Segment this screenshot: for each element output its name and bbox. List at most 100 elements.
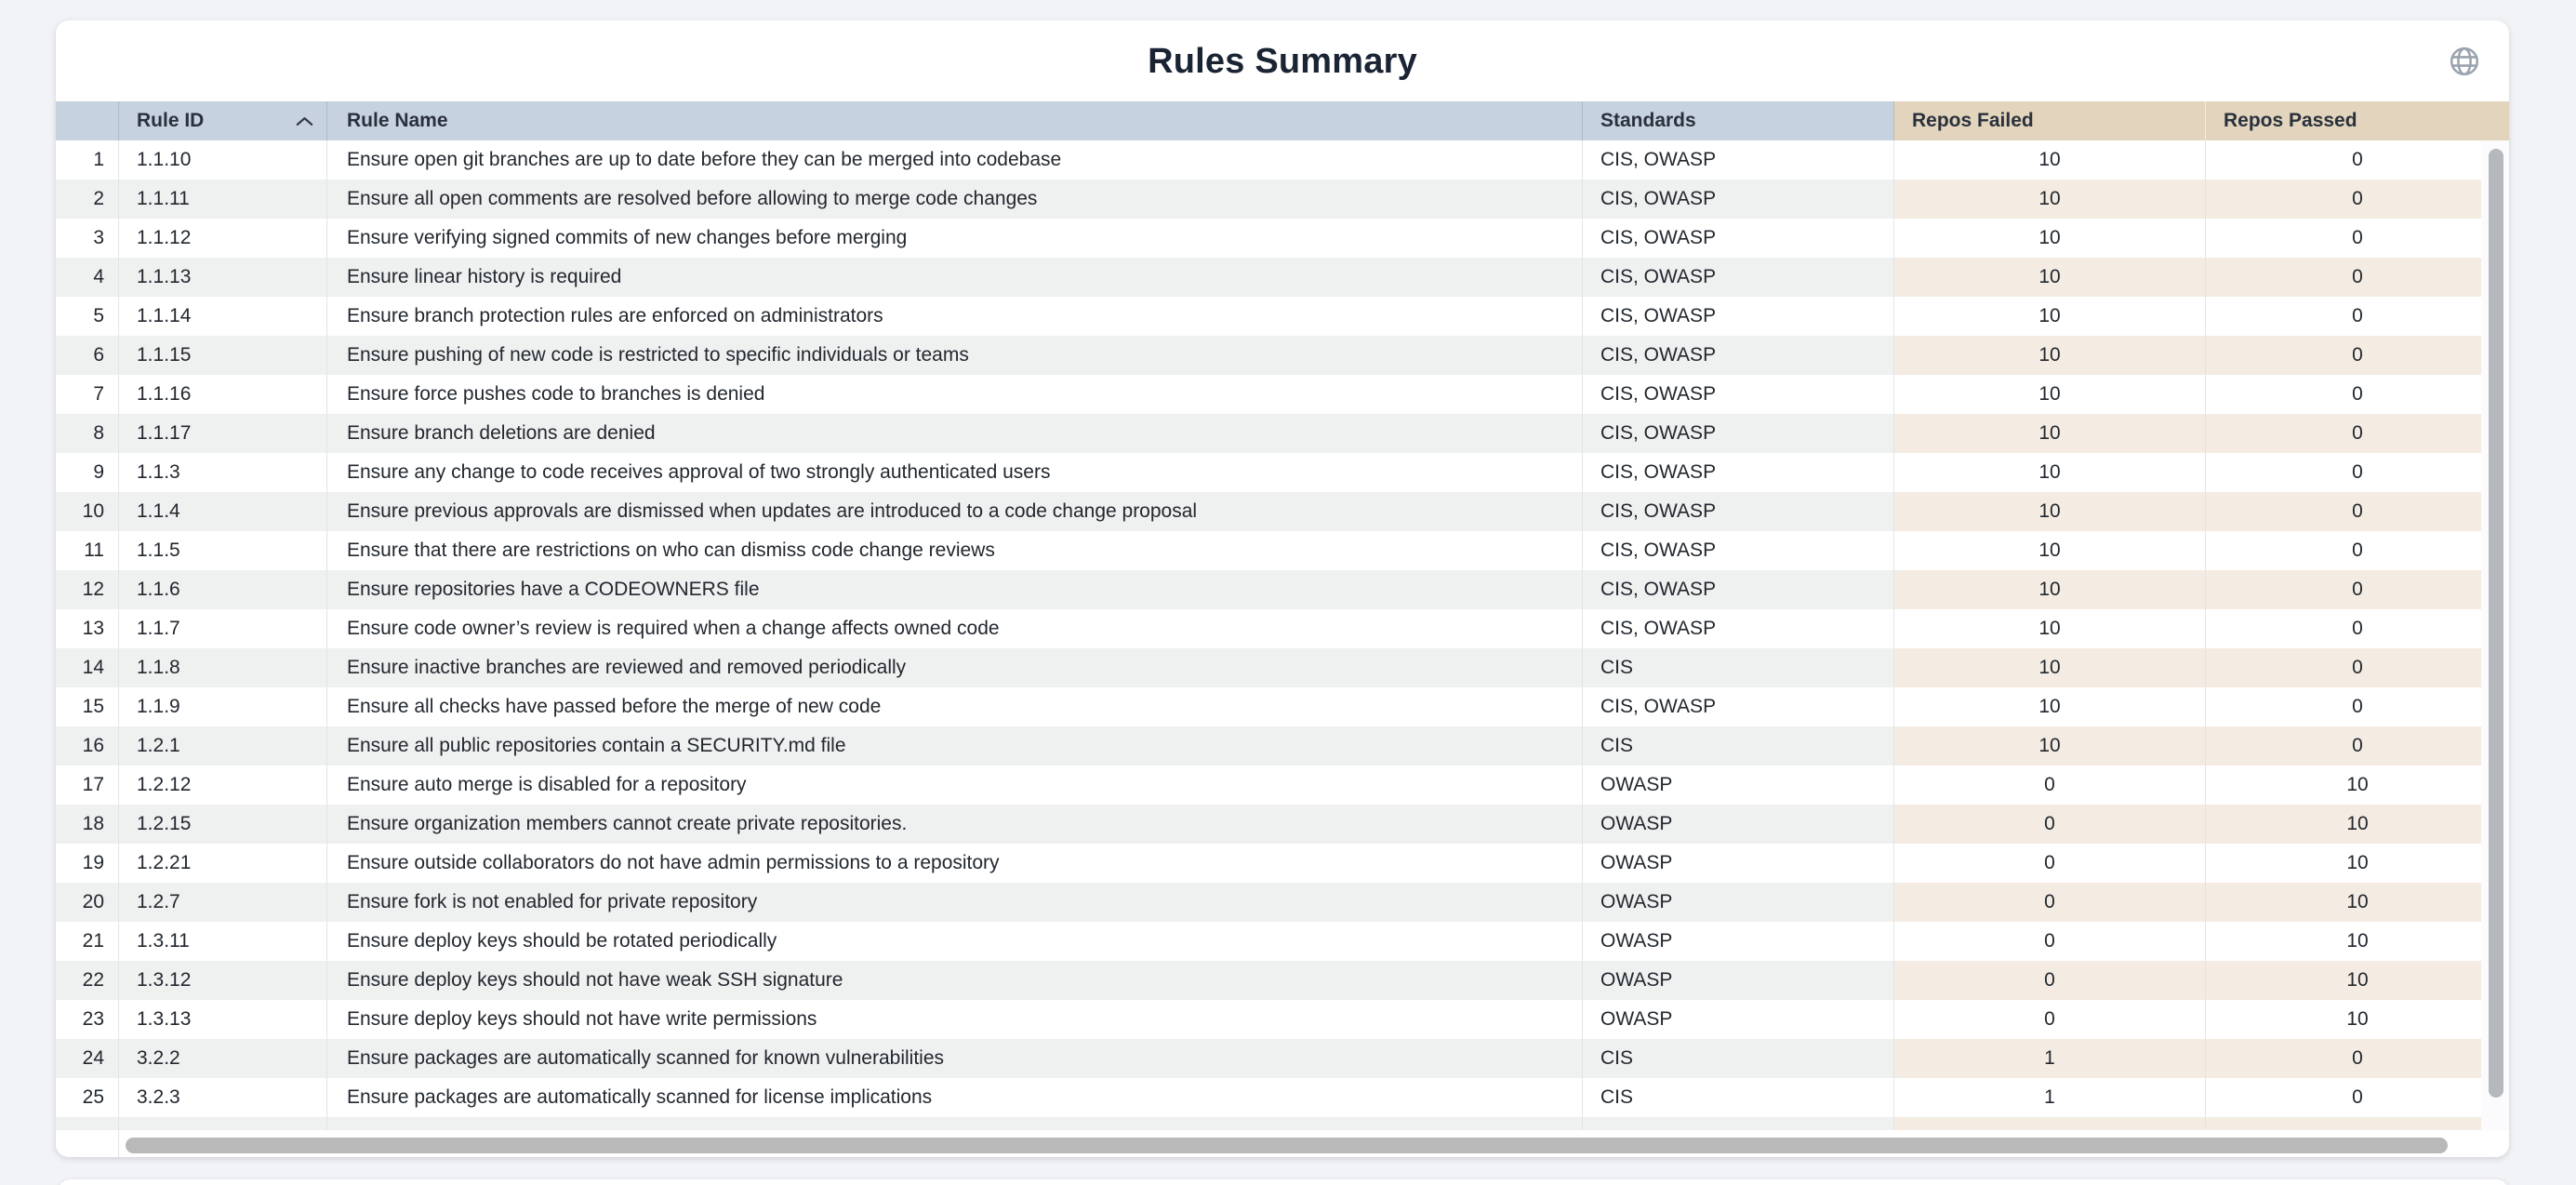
- header-rule-id[interactable]: Rule ID: [118, 101, 326, 140]
- row-number-cell: 11: [56, 531, 118, 570]
- header-standards[interactable]: Standards: [1582, 101, 1893, 140]
- row-number-cell: 25: [56, 1078, 118, 1117]
- rule-id-cell: 1.3.13: [118, 1000, 326, 1039]
- repos-failed-cell: 10: [1893, 726, 2205, 766]
- repos-failed-cell: 10: [1893, 219, 2205, 258]
- table-row[interactable]: 3 1.1.12 Ensure verifying signed commits…: [56, 219, 2509, 258]
- row-number-cell: 16: [56, 726, 118, 766]
- rule-name-cell: Ensure any change to code receives appro…: [326, 453, 1582, 492]
- row-number-cell: 15: [56, 687, 118, 726]
- rule-id-cell: 3.2.3: [118, 1078, 326, 1117]
- table-row[interactable]: 11 1.1.5 Ensure that there are restricti…: [56, 531, 2509, 570]
- standards-cell: CIS, OWASP: [1582, 570, 1893, 609]
- rule-id-cell: 1.1.3: [118, 453, 326, 492]
- repos-failed-cell: 0: [1893, 883, 2205, 922]
- table-row[interactable]: 9 1.1.3 Ensure any change to code receiv…: [56, 453, 2509, 492]
- table-row[interactable]: 4 1.1.13 Ensure linear history is requir…: [56, 258, 2509, 297]
- header-repos-failed-label: Repos Failed: [1912, 110, 2034, 132]
- standards-cell: CIS, OWASP: [1582, 687, 1893, 726]
- rule-name-cell: Ensure fork is not enabled for private r…: [326, 883, 1582, 922]
- rule-name-cell: Ensure force pushes code to branches is …: [326, 375, 1582, 414]
- header-repos-passed[interactable]: Repos Passed: [2205, 101, 2509, 140]
- table-row[interactable]: 17 1.2.12 Ensure auto merge is disabled …: [56, 766, 2509, 805]
- repos-passed-cell: 0: [2205, 219, 2509, 258]
- table-row[interactable]: 20 1.2.7 Ensure fork is not enabled for …: [56, 883, 2509, 922]
- vertical-scrollbar-thumb[interactable]: [2489, 149, 2503, 1098]
- repos-failed-cell: 0: [1893, 805, 2205, 844]
- rule-name-cell: Ensure auto merge is disabled for a repo…: [326, 766, 1582, 805]
- table-row[interactable]: 15 1.1.9 Ensure all checks have passed b…: [56, 687, 2509, 726]
- rule-id-cell: 1.2.7: [118, 883, 326, 922]
- table-row[interactable]: 8 1.1.17 Ensure branch deletions are den…: [56, 414, 2509, 453]
- rule-id-cell: [118, 1117, 326, 1130]
- horizontal-scrollbar[interactable]: [56, 1130, 2509, 1157]
- page-title: Rules Summary: [56, 41, 2509, 82]
- rule-id-cell: 1.1.7: [118, 609, 326, 648]
- table-row-partial[interactable]: [56, 1117, 2509, 1130]
- repos-failed-cell: 0: [1893, 844, 2205, 883]
- table-row[interactable]: 14 1.1.8 Ensure inactive branches are re…: [56, 648, 2509, 687]
- table-row[interactable]: 23 1.3.13 Ensure deploy keys should not …: [56, 1000, 2509, 1039]
- table-row[interactable]: 5 1.1.14 Ensure branch protection rules …: [56, 297, 2509, 336]
- horizontal-scrollbar-thumb[interactable]: [126, 1138, 2448, 1153]
- table-header: Rule ID Rule Name Standards Repos Failed…: [56, 101, 2509, 140]
- row-number-cell: 17: [56, 766, 118, 805]
- rule-name-cell: Ensure previous approvals are dismissed …: [326, 492, 1582, 531]
- table-row[interactable]: 2 1.1.11 Ensure all open comments are re…: [56, 180, 2509, 219]
- repos-failed-cell: 10: [1893, 140, 2205, 180]
- header-rule-name[interactable]: Rule Name: [326, 101, 1582, 140]
- row-number-cell: 22: [56, 961, 118, 1000]
- table-row[interactable]: 24 3.2.2 Ensure packages are automatical…: [56, 1039, 2509, 1078]
- table-row[interactable]: 7 1.1.16 Ensure force pushes code to bra…: [56, 375, 2509, 414]
- repos-passed-cell: 0: [2205, 531, 2509, 570]
- standards-cell: OWASP: [1582, 805, 1893, 844]
- repos-passed-cell: 10: [2205, 1000, 2509, 1039]
- repos-passed-cell: 10: [2205, 766, 2509, 805]
- row-number-cell: 4: [56, 258, 118, 297]
- repos-passed-cell: 10: [2205, 883, 2509, 922]
- repos-failed-cell: 10: [1893, 648, 2205, 687]
- repos-passed-cell: 0: [2205, 687, 2509, 726]
- table-row[interactable]: 1 1.1.10 Ensure open git branches are up…: [56, 140, 2509, 180]
- table-row[interactable]: 25 3.2.3 Ensure packages are automatical…: [56, 1078, 2509, 1117]
- table-row[interactable]: 16 1.2.1 Ensure all public repositories …: [56, 726, 2509, 766]
- repos-passed-cell: 0: [2205, 336, 2509, 375]
- rule-name-cell: Ensure deploy keys should be rotated per…: [326, 922, 1582, 961]
- repos-passed-cell: 10: [2205, 805, 2509, 844]
- rule-name-cell: Ensure deploy keys should not have write…: [326, 1000, 1582, 1039]
- rule-name-cell: Ensure deploy keys should not have weak …: [326, 961, 1582, 1000]
- table-row[interactable]: 13 1.1.7 Ensure code owner’s review is r…: [56, 609, 2509, 648]
- row-number-cell: 5: [56, 297, 118, 336]
- rule-name-cell: Ensure repositories have a CODEOWNERS fi…: [326, 570, 1582, 609]
- repos-failed-cell: [1893, 1117, 2205, 1130]
- header-rule-name-label: Rule Name: [347, 110, 448, 132]
- table-row[interactable]: 19 1.2.21 Ensure outside collaborators d…: [56, 844, 2509, 883]
- table-row[interactable]: 21 1.3.11 Ensure deploy keys should be r…: [56, 922, 2509, 961]
- repos-passed-cell: 0: [2205, 258, 2509, 297]
- table-row[interactable]: 22 1.3.12 Ensure deploy keys should not …: [56, 961, 2509, 1000]
- table-row[interactable]: 12 1.1.6 Ensure repositories have a CODE…: [56, 570, 2509, 609]
- table-row[interactable]: 18 1.2.15 Ensure organization members ca…: [56, 805, 2509, 844]
- table-row[interactable]: 10 1.1.4 Ensure previous approvals are d…: [56, 492, 2509, 531]
- header-repos-failed[interactable]: Repos Failed: [1893, 101, 2205, 140]
- row-number-cell: 14: [56, 648, 118, 687]
- row-number-cell: 23: [56, 1000, 118, 1039]
- standards-cell: CIS, OWASP: [1582, 180, 1893, 219]
- standards-cell: CIS, OWASP: [1582, 258, 1893, 297]
- repos-failed-cell: 0: [1893, 922, 2205, 961]
- repos-failed-cell: 10: [1893, 570, 2205, 609]
- row-number-cell: 6: [56, 336, 118, 375]
- standards-cell: CIS: [1582, 1039, 1893, 1078]
- table-row[interactable]: 6 1.1.15 Ensure pushing of new code is r…: [56, 336, 2509, 375]
- repos-passed-cell: 0: [2205, 1039, 2509, 1078]
- standards-cell: CIS, OWASP: [1582, 297, 1893, 336]
- repos-failed-cell: 1: [1893, 1078, 2205, 1117]
- repos-passed-cell: 0: [2205, 180, 2509, 219]
- rule-id-cell: 1.1.15: [118, 336, 326, 375]
- row-number-cell: 21: [56, 922, 118, 961]
- standards-cell: CIS: [1582, 1078, 1893, 1117]
- globe-button[interactable]: [2448, 45, 2481, 78]
- table-body: 1 1.1.10 Ensure open git branches are up…: [56, 140, 2509, 1130]
- vertical-scrollbar[interactable]: [2481, 140, 2509, 1130]
- standards-cell: CIS: [1582, 726, 1893, 766]
